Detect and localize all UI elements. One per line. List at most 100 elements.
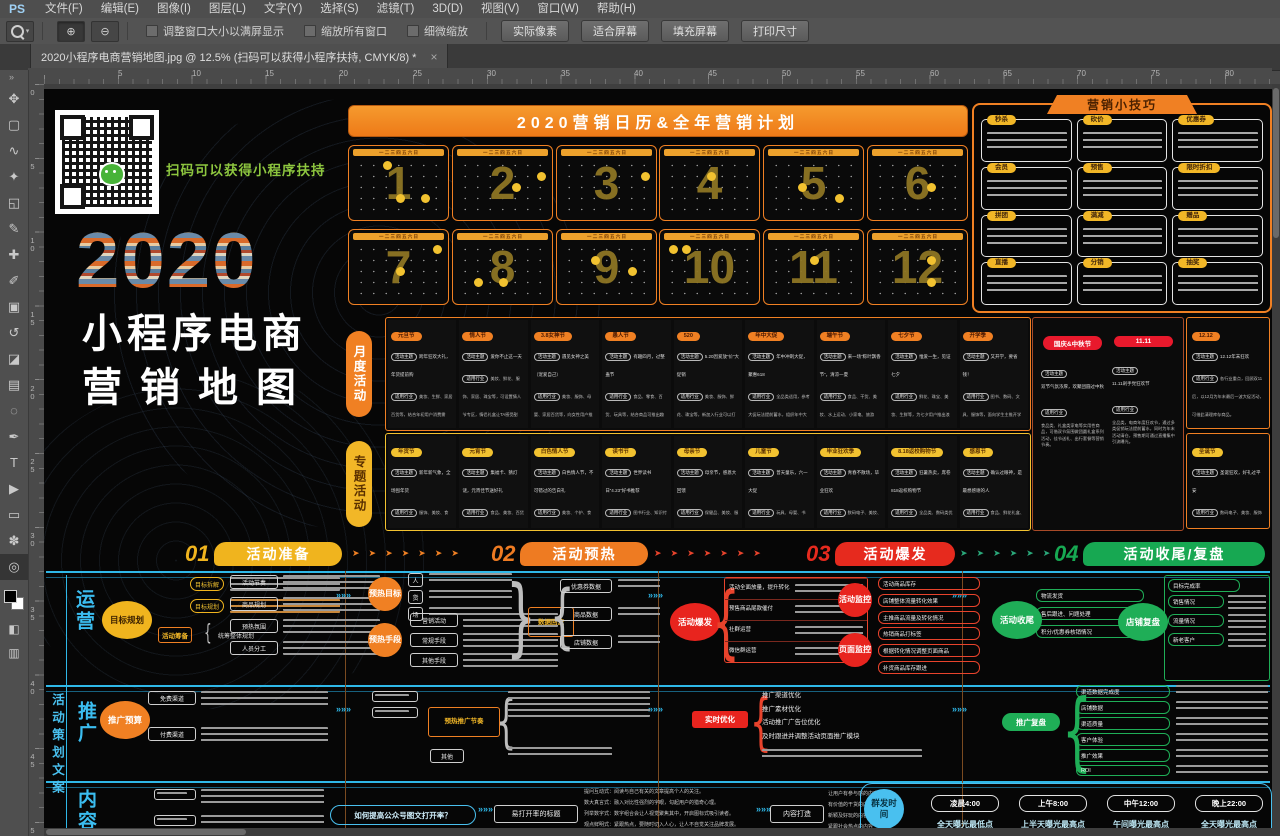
tool-button[interactable]: ◎ — [0, 554, 28, 580]
document-canvas[interactable]: 扫码可以获得小程序扶持 2020 小程序电商 营销地图 2020营销日历&全年营… — [44, 84, 1272, 836]
tips-panel-title: 营销小技巧 — [1047, 95, 1197, 114]
foreground-color-swatch[interactable] — [4, 590, 17, 603]
quick-mask-icon[interactable]: ◧ — [0, 622, 28, 636]
festival-badge: 8.18返校购物节 — [891, 448, 943, 457]
tip-label: 抽奖 — [1178, 258, 1207, 268]
menu-item[interactable]: 图层(L) — [200, 0, 255, 18]
tip-card: 分销 — [1077, 262, 1168, 305]
current-tool-zoom[interactable]: ▾ — [6, 21, 34, 42]
festival-badge: 毕业狂欢季 — [820, 448, 862, 457]
menu-item[interactable]: 视图(V) — [472, 0, 528, 18]
color-swatches[interactable] — [4, 590, 24, 612]
monthly-activity-column: 开学季 活动主题又开学，要省钱！ 适用行业图书、数码、文具、服饰等，面向学生主推… — [960, 320, 1028, 428]
collapse-panel-icon[interactable]: » — [9, 72, 14, 82]
ruler-tick-label: 10 — [29, 236, 36, 252]
tool-button[interactable]: ✎ — [0, 216, 28, 242]
tool-button[interactable]: ∿ — [0, 138, 28, 164]
tip-label: 拼团 — [987, 211, 1016, 221]
tool-button[interactable]: ▤ — [0, 372, 28, 398]
menu-item[interactable]: 文字(Y) — [255, 0, 311, 18]
node-warmup-means: 预热手段 — [368, 623, 402, 657]
checkbox-icon[interactable] — [407, 25, 419, 37]
chevron-icon: »»» — [756, 807, 765, 812]
tool-button[interactable]: ✥ — [0, 86, 28, 112]
tool-button[interactable]: ◱ — [0, 190, 28, 216]
special-activity-column: 儿童节 活动主题普天童乐，六一大促 适用行业玩具、母婴、书籍、零食类等可主推趣味… — [745, 436, 813, 528]
node-send-time: 群发时间 — [864, 789, 904, 829]
tip-text-lines — [987, 275, 1067, 295]
tool-button[interactable]: ↺ — [0, 320, 28, 346]
checkbox-icon[interactable] — [146, 25, 158, 37]
tool-button[interactable]: ✦ — [0, 164, 28, 190]
close-tab-icon[interactable]: × — [430, 50, 437, 64]
option-checkbox[interactable]: 调整窗口大小以满屏显示 — [146, 23, 284, 39]
highlight-day-dot — [396, 194, 405, 203]
vertical-scrollbar-thumb[interactable] — [1273, 88, 1279, 238]
highlight-day-dot — [383, 161, 392, 170]
tool-icon: ◎ — [8, 559, 19, 574]
festival-badge: 元宵节 — [462, 448, 493, 457]
option-checkbox[interactable]: 细微缩放 — [407, 23, 468, 39]
ruler-tick-label: 50 — [782, 69, 791, 78]
node-prep: 活动筹备 — [158, 627, 192, 643]
phase-badge: 活动准备 — [214, 542, 342, 566]
tip-label: 分销 — [1083, 258, 1112, 268]
option-checkboxes: 调整窗口大小以满屏显示 缩放所有窗口 细微缩放 — [136, 23, 478, 39]
tip-label: 砍价 — [1083, 115, 1112, 125]
tip-text-lines — [1178, 228, 1258, 248]
highlight-day-dot — [927, 256, 936, 265]
option-button[interactable]: 填充屏幕 — [661, 20, 729, 42]
ruler-tick-label: 40 — [634, 69, 643, 78]
menu-item[interactable]: 窗口(W) — [528, 0, 588, 18]
tool-button[interactable]: ✐ — [0, 268, 28, 294]
tool-button[interactable]: ◪ — [0, 346, 28, 372]
horizontal-scrollbar[interactable] — [44, 828, 1272, 836]
festival-badge: 愚人节 — [605, 332, 636, 341]
special-activity-column: 元宵节 活动主题集福卡、猜灯谜，元宵佳节送好礼 适用行业食品、美妆、百货等，可与… — [459, 436, 527, 528]
tip-card: 限时折扣 — [1172, 167, 1263, 210]
month-number: 6 — [868, 156, 967, 210]
option-button[interactable]: 实际像素 — [501, 20, 569, 42]
tool-icon: ✥ — [9, 91, 20, 106]
phase-item: 04 活动收尾/复盘 — [1054, 541, 1265, 567]
menu-item[interactable]: 3D(D) — [423, 0, 472, 18]
tool-button[interactable]: ▶ — [0, 476, 28, 502]
menu-item[interactable]: 帮助(H) — [588, 0, 645, 18]
vertical-scrollbar[interactable] — [1272, 84, 1280, 828]
zoom-in-button[interactable]: ⊕ — [57, 21, 85, 42]
node-realtime-optimize: 实时优化 — [692, 711, 748, 728]
tool-button[interactable]: ▣ — [0, 294, 28, 320]
option-button[interactable]: 适合屏幕 — [581, 20, 649, 42]
festival-badge: 520 — [677, 332, 700, 341]
screen-mode-icon[interactable]: ▥ — [0, 646, 28, 660]
reflow-items: 优惠券数据商品数据店铺数据 — [560, 579, 660, 649]
tool-button[interactable]: ✒ — [0, 424, 28, 450]
ruler-tick-label: 30 — [487, 69, 496, 78]
tool-button[interactable]: T — [0, 450, 28, 476]
checkbox-icon[interactable] — [304, 25, 316, 37]
menu-item[interactable]: 滤镜(T) — [368, 0, 424, 18]
zoom-out-button[interactable]: ⊖ — [91, 21, 119, 42]
tool-button[interactable]: ▭ — [0, 502, 28, 528]
tool-button[interactable]: ✽ — [0, 528, 28, 554]
document-tab[interactable]: 2020小程序电商营销地图.jpg @ 12.5% (扫码可以获得小程序扶持, … — [30, 44, 448, 69]
node-promo-budget: 推广预算 — [100, 701, 150, 739]
christmas-box: 圣诞节 活动主题圣诞狂欢，好礼过平安 适用行业数码电子、美妆、服饰等，围绕圣诞进… — [1186, 433, 1270, 529]
photoshop-window: PS 文件(F)编辑(E)图像(I)图层(L)文字(Y)选择(S)滤镜(T)3D… — [0, 0, 1280, 836]
menu-item[interactable]: 图像(I) — [148, 0, 200, 18]
chevron-icon: »»» — [336, 707, 345, 712]
node-goal-breakdown: 目标拆解 — [190, 577, 224, 591]
menu-item[interactable]: 选择(S) — [311, 0, 367, 18]
horizontal-scrollbar-thumb[interactable] — [46, 829, 246, 835]
menu-item[interactable]: 编辑(E) — [92, 0, 148, 18]
ruler-tick-label: 25 — [29, 457, 36, 473]
tip-card: 优惠券 — [1172, 119, 1263, 162]
option-checkbox[interactable]: 缩放所有窗口 — [304, 23, 387, 39]
tip-card: 会员 — [981, 167, 1072, 210]
tool-button[interactable]: ▢ — [0, 112, 28, 138]
option-button[interactable]: 打印尺寸 — [741, 20, 809, 42]
tool-button[interactable]: ◌ — [0, 398, 28, 424]
menu-item[interactable]: 文件(F) — [36, 0, 92, 18]
tool-button[interactable]: ✚ — [0, 242, 28, 268]
major-promo-column: 11.11 活动主题 11.11剁手党狂欢节 适用行业 全品类，电商年度狂欢节，… — [1112, 326, 1175, 522]
